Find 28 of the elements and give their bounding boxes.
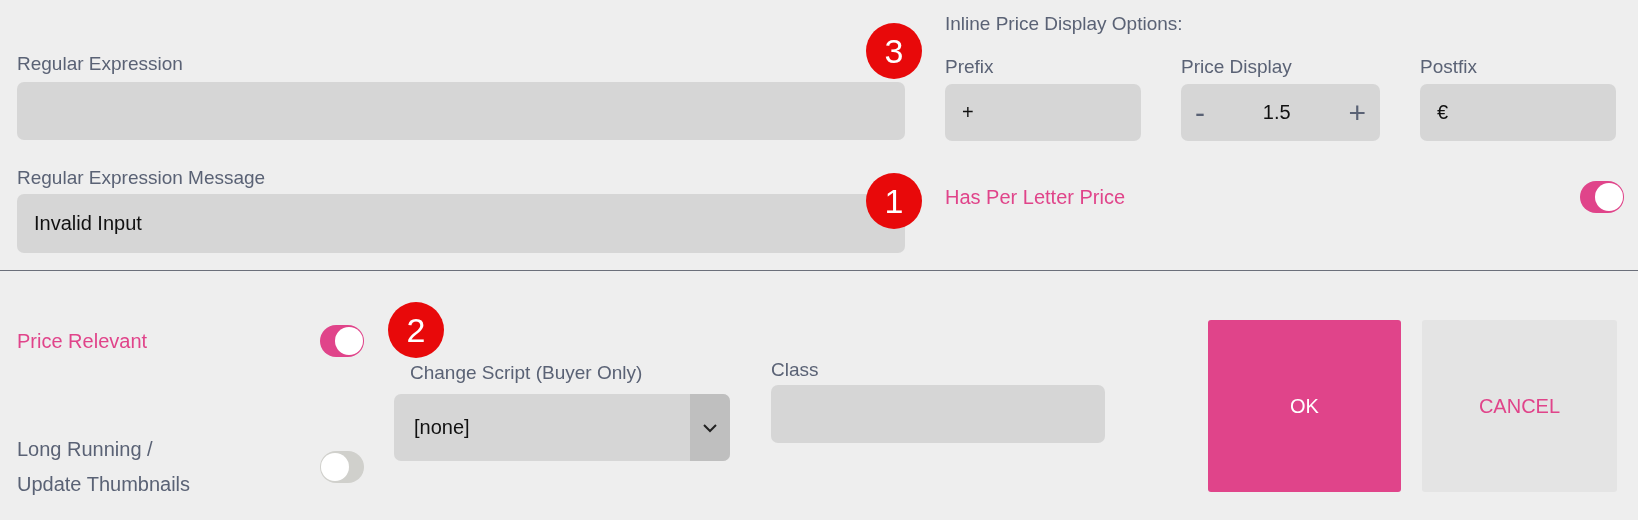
field-label: Class	[771, 359, 820, 381]
field-label: Postfix	[1420, 56, 1479, 78]
dropdown[interactable]: [none]	[394, 394, 730, 461]
input-field[interactable]: +	[945, 84, 1141, 141]
increment-button[interactable]: +	[1348, 95, 1366, 130]
toggle-label: Price Relevant	[17, 329, 148, 353]
number-badge: 2	[388, 302, 444, 358]
chevron-down-icon	[702, 422, 718, 433]
decrement-button[interactable]: -	[1195, 95, 1205, 130]
field-label: Regular Expression Message	[17, 167, 267, 189]
field-label: Prefix	[945, 56, 995, 78]
input-field[interactable]: €	[1420, 84, 1616, 141]
section-title: Inline Price Display Options:	[945, 13, 1184, 35]
input-field[interactable]	[771, 385, 1105, 443]
field-label: Change Script (Buyer Only)	[409, 362, 644, 384]
toggle-switch[interactable]	[320, 451, 364, 483]
number-stepper[interactable]: - 1.5 +	[1181, 84, 1380, 141]
number-badge: 3	[866, 23, 922, 79]
input-field[interactable]	[17, 82, 905, 140]
field-label: Regular Expression	[17, 53, 184, 75]
field-label: Price Display	[1181, 56, 1293, 78]
toggle-switch[interactable]	[1580, 181, 1624, 213]
stepper-value: 1.5	[1262, 101, 1291, 124]
toggle-switch[interactable]	[320, 325, 364, 357]
toggle-label: Has Per Letter Price	[945, 185, 1126, 209]
ok-button[interactable]: OK	[1208, 320, 1401, 492]
toggle-label: Long Running / Update Thumbnails	[17, 437, 192, 497]
number-badge: 1	[866, 173, 922, 229]
